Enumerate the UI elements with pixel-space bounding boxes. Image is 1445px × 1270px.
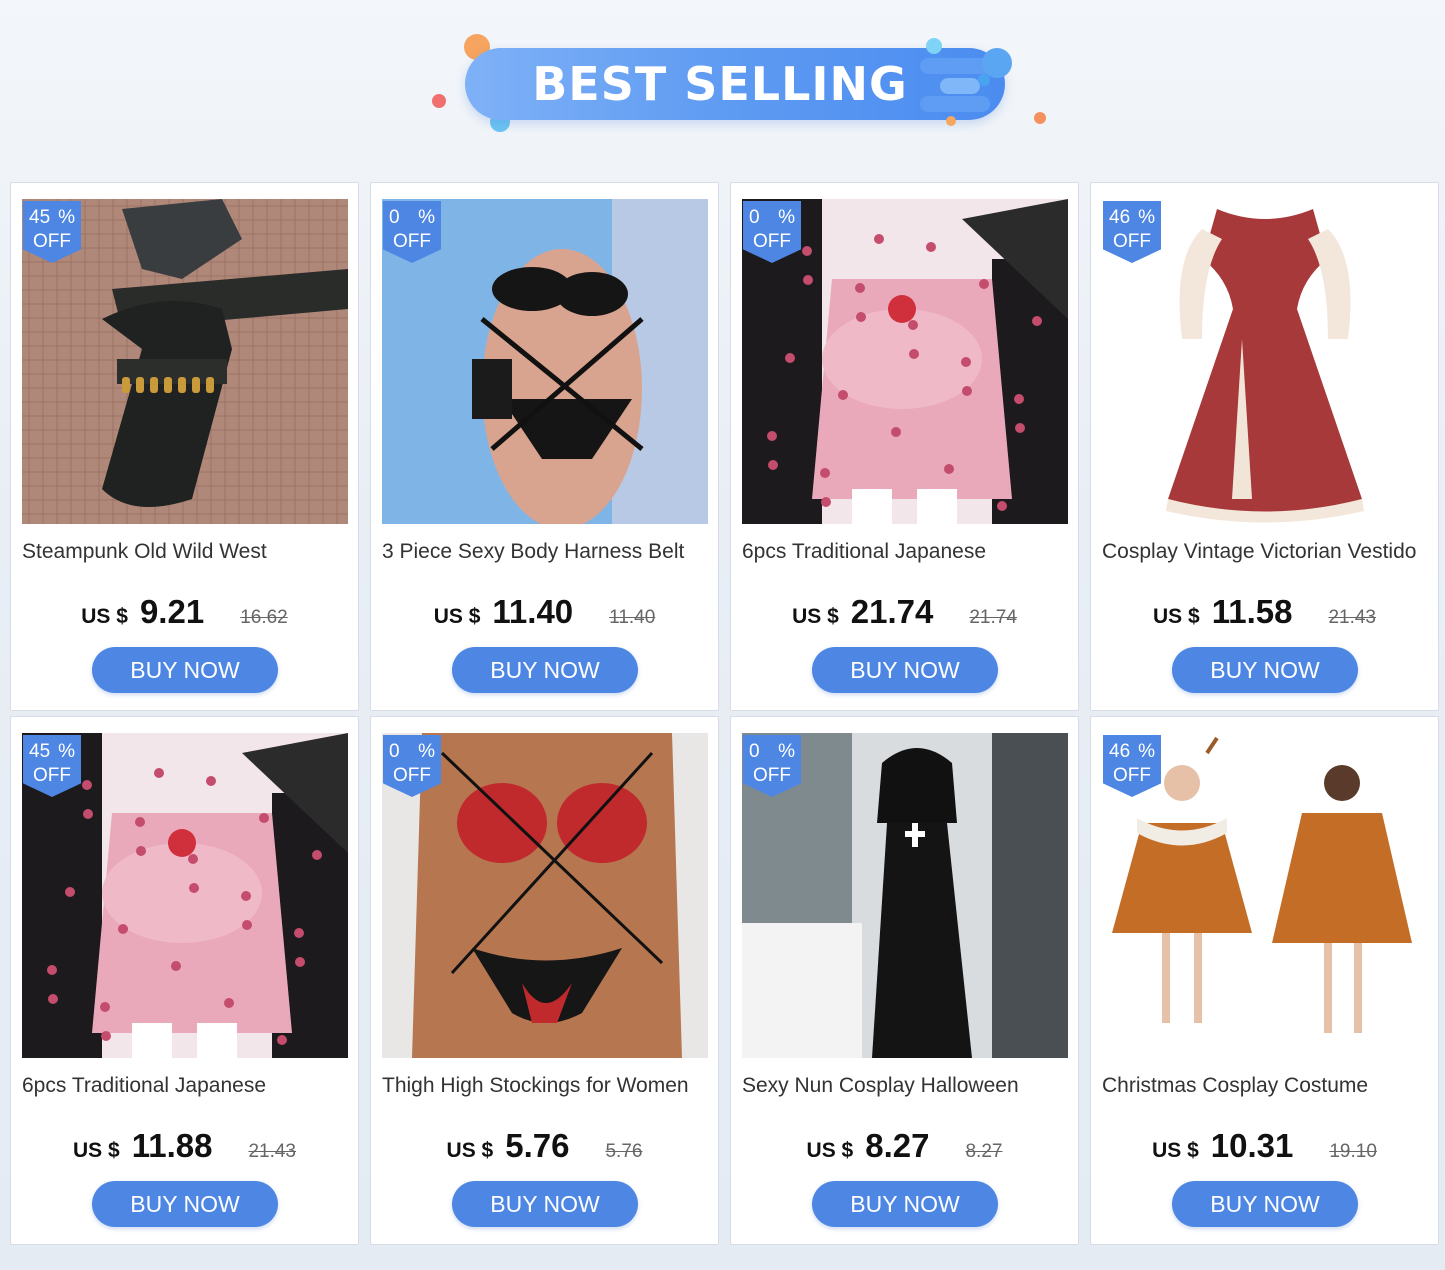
price-row: US $ 8.27 8.27 bbox=[731, 1127, 1078, 1171]
discount-value: 46 bbox=[1109, 741, 1131, 762]
off-label: OFF bbox=[393, 231, 431, 252]
off-label: OFF bbox=[393, 765, 431, 786]
decor-dot-red bbox=[432, 94, 446, 108]
currency-label: US $ bbox=[806, 1139, 854, 1162]
discount-value: 45 bbox=[29, 207, 51, 228]
product-grid: 45% OFF Steampunk Old Wild West US $ 9.2… bbox=[10, 182, 1439, 1245]
discount-value: 45 bbox=[29, 741, 51, 762]
product-title[interactable]: 6pcs Traditional Japanese bbox=[22, 1074, 352, 1098]
currency-label: US $ bbox=[1152, 1139, 1199, 1162]
discount-value: 0 bbox=[389, 207, 400, 228]
off-label: OFF bbox=[33, 765, 71, 786]
buy-now-button[interactable]: BUY NOW bbox=[812, 1181, 998, 1227]
percent-sign: % bbox=[58, 741, 75, 762]
buy-now-button[interactable]: BUY NOW bbox=[812, 647, 998, 693]
product-card-8[interactable]: 46% OFF Christmas Cosplay Costume US $ 1… bbox=[1090, 716, 1439, 1245]
price-row: US $ 9.21 16.62 bbox=[11, 593, 358, 637]
price-row: US $ 5.76 5.76 bbox=[371, 1127, 718, 1171]
product-title[interactable]: 3 Piece Sexy Body Harness Belt bbox=[382, 540, 712, 564]
original-price: 16.62 bbox=[240, 607, 288, 628]
sale-price: 5.76 bbox=[505, 1127, 570, 1164]
currency-label: US $ bbox=[81, 605, 128, 628]
original-price: 19.10 bbox=[1329, 1141, 1377, 1162]
product-title[interactable]: Steampunk Old Wild West bbox=[22, 540, 352, 564]
product-title[interactable]: Thigh High Stockings for Women bbox=[382, 1074, 712, 1098]
price-row: US $ 11.88 21.43 bbox=[11, 1127, 358, 1171]
price-row: US $ 11.40 11.40 bbox=[371, 593, 718, 637]
buy-now-button[interactable]: BUY NOW bbox=[1172, 1181, 1358, 1227]
percent-sign: % bbox=[58, 207, 75, 228]
banner-title: BEST SELLING bbox=[532, 57, 908, 111]
original-price: 5.76 bbox=[605, 1141, 643, 1162]
product-card-2[interactable]: 0% OFF 3 Piece Sexy Body Harness Belt US… bbox=[370, 182, 719, 711]
product-card-6[interactable]: 0% OFF Thigh High Stockings for Women US… bbox=[370, 716, 719, 1245]
percent-sign: % bbox=[778, 741, 795, 762]
currency-label: US $ bbox=[792, 605, 839, 628]
buy-now-button[interactable]: BUY NOW bbox=[452, 647, 638, 693]
percent-sign: % bbox=[418, 207, 435, 228]
product-card-3[interactable]: 0% OFF 6pcs Traditional Japanese US $ 21… bbox=[730, 182, 1079, 711]
product-title[interactable]: Christmas Cosplay Costume bbox=[1102, 1074, 1432, 1098]
sale-price: 11.88 bbox=[131, 1127, 213, 1164]
sale-price: 21.74 bbox=[850, 593, 934, 630]
off-label: OFF bbox=[1113, 765, 1151, 786]
sale-price: 8.27 bbox=[865, 1127, 930, 1164]
sale-price: 9.21 bbox=[139, 593, 205, 630]
product-title[interactable]: 6pcs Traditional Japanese bbox=[742, 540, 1072, 564]
off-label: OFF bbox=[1113, 231, 1151, 252]
original-price: 21.43 bbox=[248, 1141, 296, 1162]
discount-value: 0 bbox=[749, 207, 760, 228]
buy-now-button[interactable]: BUY NOW bbox=[92, 647, 278, 693]
product-title[interactable]: Sexy Nun Cosplay Halloween bbox=[742, 1074, 1072, 1098]
buy-now-button[interactable]: BUY NOW bbox=[1172, 647, 1358, 693]
best-selling-page: BEST SELLING 45% OFF Steampunk Old Wild … bbox=[0, 0, 1445, 1270]
price-row: US $ 10.31 19.10 bbox=[1091, 1127, 1438, 1171]
price-row: US $ 21.74 21.74 bbox=[731, 593, 1078, 637]
currency-label: US $ bbox=[433, 605, 481, 628]
original-price: 8.27 bbox=[965, 1141, 1003, 1162]
product-card-1[interactable]: 45% OFF Steampunk Old Wild West US $ 9.2… bbox=[10, 182, 359, 711]
buy-now-button[interactable]: BUY NOW bbox=[452, 1181, 638, 1227]
off-label: OFF bbox=[753, 231, 791, 252]
sale-price: 11.58 bbox=[1211, 593, 1293, 630]
discount-value: 0 bbox=[389, 741, 400, 762]
off-label: OFF bbox=[33, 231, 71, 252]
percent-sign: % bbox=[1138, 207, 1155, 228]
product-card-4[interactable]: 46% OFF Cosplay Vintage Victorian Vestid… bbox=[1090, 182, 1439, 711]
off-label: OFF bbox=[753, 765, 791, 786]
currency-label: US $ bbox=[1153, 605, 1200, 628]
original-price: 21.74 bbox=[969, 607, 1017, 628]
original-price: 21.43 bbox=[1328, 607, 1376, 628]
product-title[interactable]: Cosplay Vintage Victorian Vestido bbox=[1102, 540, 1432, 564]
percent-sign: % bbox=[1138, 741, 1155, 762]
discount-value: 46 bbox=[1109, 207, 1131, 228]
sale-price: 11.40 bbox=[492, 593, 574, 630]
product-card-7[interactable]: 0% OFF Sexy Nun Cosplay Halloween US $ 8… bbox=[730, 716, 1079, 1245]
percent-sign: % bbox=[418, 741, 435, 762]
percent-sign: % bbox=[778, 207, 795, 228]
discount-value: 0 bbox=[749, 741, 760, 762]
price-row: US $ 11.58 21.43 bbox=[1091, 593, 1438, 637]
buy-now-button[interactable]: BUY NOW bbox=[92, 1181, 278, 1227]
sale-price: 10.31 bbox=[1210, 1127, 1294, 1164]
currency-label: US $ bbox=[446, 1139, 494, 1162]
product-card-5[interactable]: 45% OFF 6pcs Traditional Japanese US $ 1… bbox=[10, 716, 359, 1245]
original-price: 11.40 bbox=[609, 607, 656, 628]
currency-label: US $ bbox=[73, 1139, 120, 1162]
best-selling-banner: BEST SELLING bbox=[430, 30, 1050, 140]
